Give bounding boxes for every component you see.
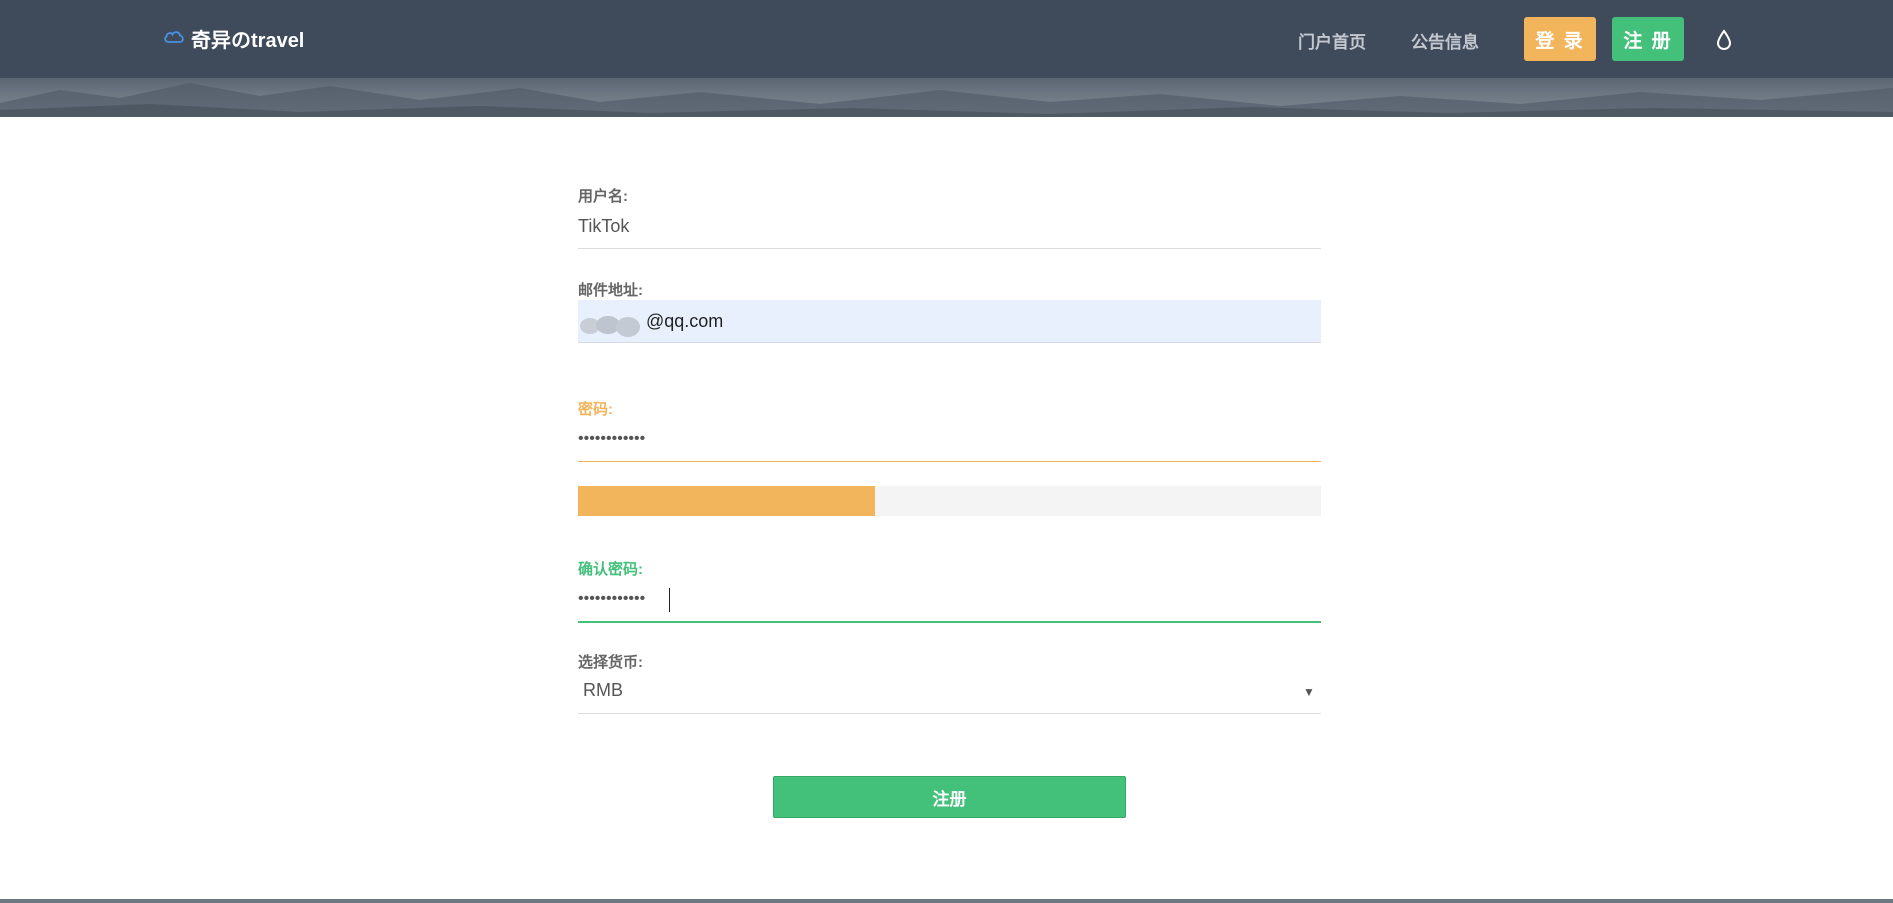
currency-underline bbox=[578, 713, 1321, 714]
footer-edge bbox=[0, 899, 1893, 903]
hero-background bbox=[0, 78, 1893, 117]
username-input[interactable]: TikTok bbox=[578, 216, 1321, 237]
nav-home-link[interactable]: 门户首页 bbox=[1298, 28, 1366, 53]
cloud-icon bbox=[163, 27, 185, 50]
email-value: @qq.com bbox=[646, 311, 724, 331]
caret-down-icon[interactable]: ▼ bbox=[1303, 685, 1315, 699]
password-label: 密码: bbox=[578, 401, 613, 418]
top-navbar: 奇异のtravel 门户首页 公告信息 登 录 注 册 bbox=[0, 0, 1893, 78]
username-underline bbox=[578, 248, 1321, 249]
confirm-password-label: 确认密码: bbox=[578, 561, 643, 578]
brand-logo[interactable]: 奇异のtravel bbox=[163, 24, 304, 53]
nav-notice-link[interactable]: 公告信息 bbox=[1411, 28, 1479, 53]
droplet-icon[interactable] bbox=[1715, 29, 1733, 51]
submit-register-button[interactable]: 注册 bbox=[773, 776, 1126, 818]
register-nav-button[interactable]: 注 册 bbox=[1612, 17, 1684, 61]
username-label: 用户名: bbox=[578, 188, 628, 205]
login-button[interactable]: 登 录 bbox=[1524, 17, 1596, 61]
text-caret bbox=[669, 588, 670, 612]
redacted-blur bbox=[578, 312, 646, 338]
password-strength-bar bbox=[578, 486, 1321, 516]
email-label: 邮件地址: bbox=[578, 282, 643, 299]
password-underline bbox=[578, 461, 1321, 462]
currency-label: 选择货币: bbox=[578, 654, 643, 671]
confirm-password-underline bbox=[578, 621, 1321, 623]
password-input[interactable]: •••••••••••• bbox=[578, 430, 645, 448]
confirm-password-input[interactable]: •••••••••••• bbox=[578, 590, 645, 608]
currency-select[interactable]: RMB bbox=[583, 680, 623, 701]
password-strength-fill bbox=[578, 486, 876, 516]
brand-name: 奇异のtravel bbox=[191, 30, 305, 52]
